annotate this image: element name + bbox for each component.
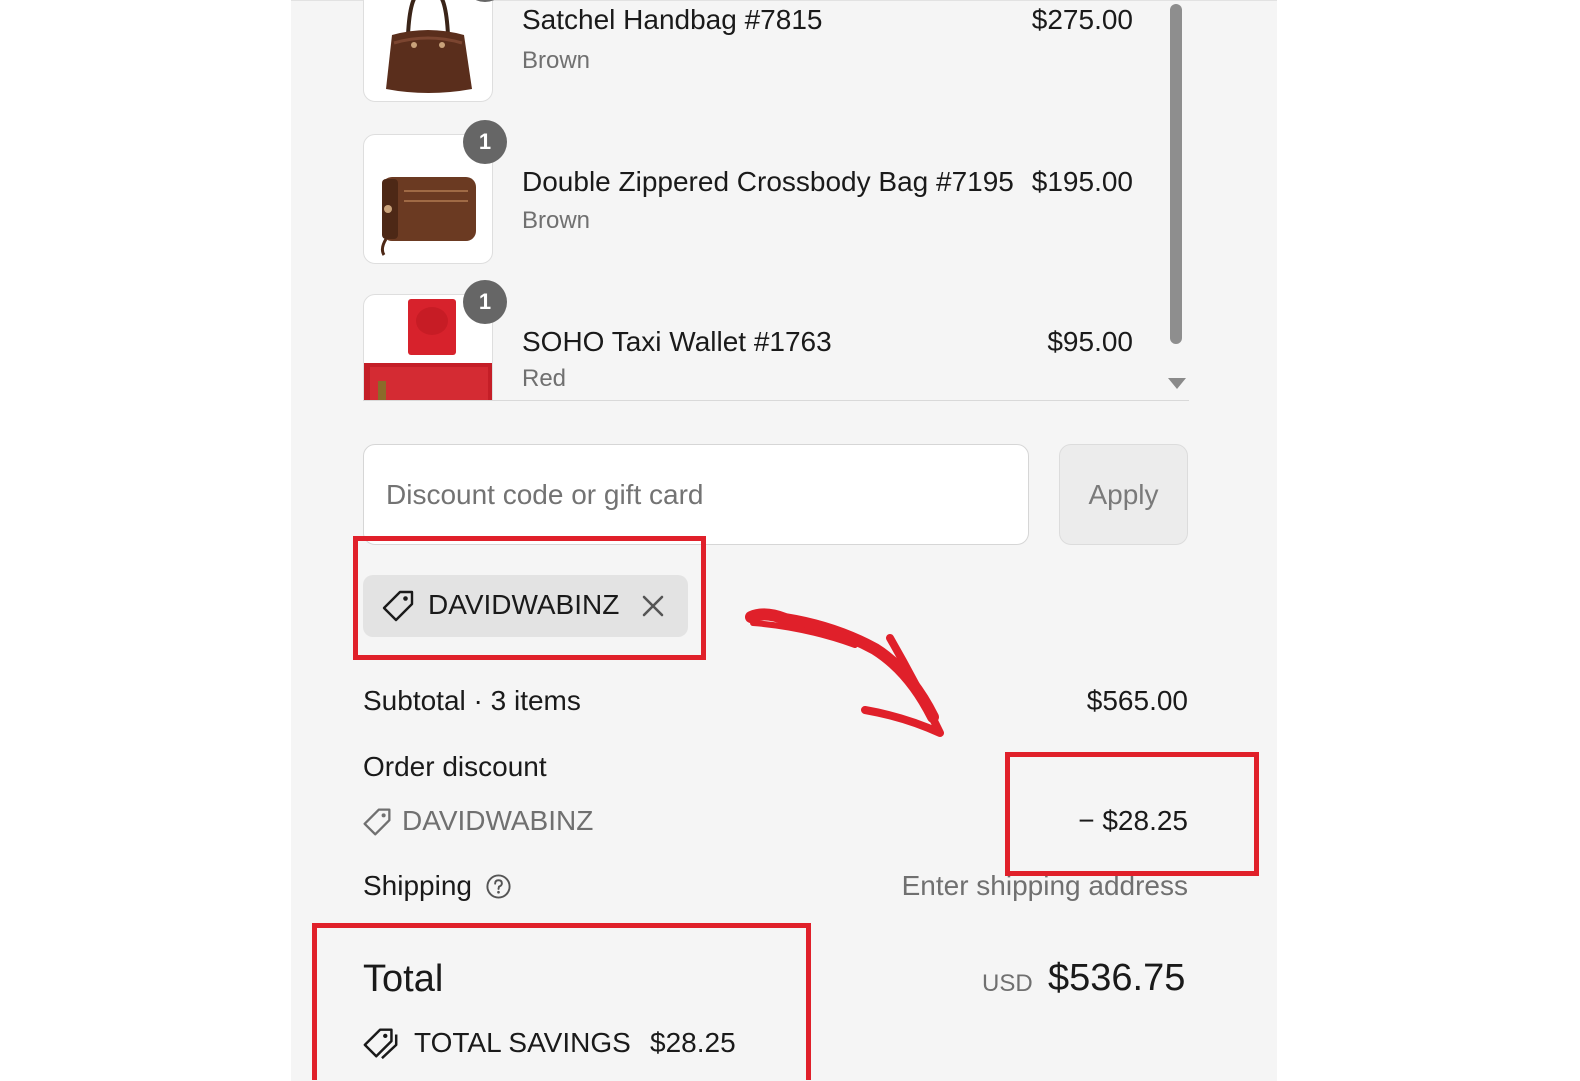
product-name: Double Zippered Crossbody Bag #7195 [522, 166, 1014, 197]
satchel-handbag-image [363, 0, 493, 102]
annotation-highlight-box [312, 923, 811, 1080]
apply-button[interactable]: Apply [1059, 444, 1188, 545]
scrollbar-thumb[interactable] [1170, 4, 1182, 344]
product-variant: Brown [522, 47, 591, 74]
total-value: $536.75 [1048, 957, 1186, 999]
order-discount-label: Order discount [363, 751, 547, 782]
subtotal-label: Subtotal · 3 items [363, 685, 581, 716]
cart-item: 1 SOHO Taxi Wallet #1763 Red $95.00 [363, 280, 1163, 400]
product-name: SOHO Taxi Wallet #1763 [522, 326, 832, 357]
quantity-badge: 1 [463, 280, 507, 324]
product-variant: Brown [522, 207, 591, 234]
quantity-badge: 1 [463, 120, 507, 164]
product-price: $195.00 [1031, 166, 1133, 197]
discount-code-input[interactable] [363, 444, 1029, 545]
cart-item: 1 Double Zippered Crossbody Bag #7195 Br… [363, 120, 1163, 266]
annotation-arrow-icon [745, 608, 944, 737]
product-price: $275.00 [1031, 4, 1133, 35]
cart-item-list[interactable]: 1 Satchel Handbag #7815 Brown $275.00 1 … [363, 0, 1189, 401]
tag-icon [363, 808, 391, 836]
help-question-icon[interactable] [485, 873, 512, 900]
currency-code: USD [982, 970, 1033, 997]
subtotal-value: $565.00 [1086, 685, 1188, 716]
cart-item: 1 Satchel Handbag #7815 Brown $275.00 [363, 0, 1163, 104]
order-discount-code: DAVIDWABINZ [402, 805, 594, 836]
annotation-highlight-box [353, 536, 706, 660]
product-price: $95.00 [1047, 326, 1133, 357]
scroll-down-arrow-icon[interactable] [1168, 378, 1186, 389]
annotation-highlight-box [1005, 752, 1259, 876]
scrollbar[interactable] [1166, 0, 1186, 400]
product-variant: Red [522, 365, 567, 392]
product-name: Satchel Handbag #7815 [522, 4, 823, 35]
shipping-label: Shipping [363, 870, 472, 901]
